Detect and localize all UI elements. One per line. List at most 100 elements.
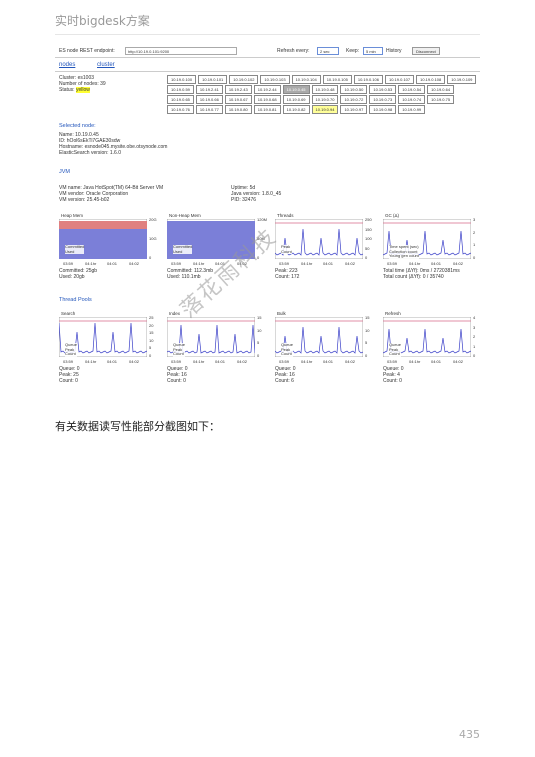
y-tick-label: 4 bbox=[473, 315, 476, 320]
chart-title: Heap Mem bbox=[61, 213, 84, 218]
node-button[interactable]: 10.19.0.66 bbox=[195, 95, 223, 104]
x-tick-label: 04:01 bbox=[215, 359, 226, 364]
node-button[interactable]: 10.19.0.64 bbox=[427, 85, 455, 94]
chart-legend: Committed Used bbox=[173, 244, 193, 254]
x-tick-label: 03:59 bbox=[171, 359, 182, 364]
chart-pool-3: Refresh 4 3 2 1 0 03:59 04:1hr 04:01 04:02 Queue Pe… bbox=[383, 311, 479, 384]
node-button[interactable]: 10.19.0.105 bbox=[322, 75, 352, 84]
node-button[interactable]: 10.19.0.104 bbox=[291, 75, 321, 84]
page-number: 435 bbox=[459, 728, 480, 741]
chart-legend: Peak Count bbox=[281, 244, 292, 254]
node-button[interactable]: 10.19.0.73 bbox=[369, 95, 397, 104]
chart-pool-1: Index 15 10 5 0 03:59 04:1hr 04:01 04:02 Queue Pea… bbox=[167, 311, 263, 384]
node-button[interactable]: 10.19.0.100 bbox=[167, 75, 197, 84]
x-tick-label: 04:1hr bbox=[193, 359, 205, 364]
y-tick-label: 3 bbox=[473, 324, 476, 330]
node-button[interactable]: 10.19.0.48 bbox=[311, 85, 339, 94]
chart-legend: Queue Peak Count bbox=[281, 342, 294, 357]
node-button[interactable]: 10.19.0.50 bbox=[340, 85, 368, 94]
y-tick-label: 5 bbox=[257, 340, 260, 346]
node-button[interactable]: 10.19.0.82 bbox=[282, 105, 310, 114]
node-button[interactable]: 10.19.2.44 bbox=[253, 85, 281, 94]
x-tick-label: 04:01 bbox=[323, 261, 334, 266]
node-button[interactable]: 10.19.0.45 bbox=[282, 85, 310, 94]
node-button[interactable]: 10.19.0.106 bbox=[353, 75, 383, 84]
x-tick-label: 04:01 bbox=[431, 261, 442, 266]
node-button[interactable]: 10.19.0.74 bbox=[398, 95, 426, 104]
y-tick-label: 1 bbox=[473, 242, 476, 248]
refresh-label: Refresh every: bbox=[277, 48, 310, 54]
node-button[interactable]: 10.19.0.97 bbox=[340, 105, 368, 114]
y-tick-label: 20G bbox=[149, 217, 157, 222]
x-tick-label: 04:01 bbox=[107, 359, 118, 364]
jvm-line: VM version: 25.45-b02 bbox=[59, 197, 110, 203]
chart-jvm-0: Heap Mem 20G 10G 0 03:59 04:1hr 04:01 04:02 Comm… bbox=[59, 213, 157, 280]
node-button[interactable]: 10.19.0.76 bbox=[167, 105, 194, 114]
node-button[interactable]: 10.19.2.43 bbox=[224, 85, 252, 94]
y-tick-label: 0 bbox=[149, 255, 152, 260]
legend-item: Count bbox=[65, 351, 76, 356]
chart-title: Bulk bbox=[277, 311, 286, 316]
chart-legend: Time spent (sec) Collection count Young ge… bbox=[389, 244, 419, 259]
node-button[interactable]: 10.19.0.77 bbox=[195, 105, 223, 114]
node-button[interactable]: 10.19.0.103 bbox=[260, 75, 290, 84]
node-button[interactable]: 10.19.0.98 bbox=[369, 105, 397, 114]
thread-pools-title: Thread Pools bbox=[59, 297, 92, 303]
x-tick-label: 04:01 bbox=[323, 359, 334, 364]
node-button[interactable]: 10.19.0.102 bbox=[229, 75, 259, 84]
y-tick-label: 5 bbox=[149, 345, 152, 351]
keep-select[interactable]: 5 min bbox=[363, 47, 383, 55]
x-tick-label: 03:59 bbox=[387, 261, 398, 266]
x-tick-label: 04:02 bbox=[453, 359, 464, 364]
y-tick-label: 250 bbox=[365, 217, 372, 222]
endpoint-bar: ES node REST endpoint: http://10.19.0.10… bbox=[55, 45, 480, 58]
x-tick-label: 04:01 bbox=[107, 261, 118, 266]
node-button[interactable]: 10.19.0.59 bbox=[167, 85, 194, 94]
node-button[interactable]: 10.19.0.94 bbox=[311, 105, 339, 114]
refresh-select[interactable]: 2 sec bbox=[317, 47, 339, 55]
endpoint-input[interactable]: http://10.19.0.101:9200 bbox=[125, 47, 237, 55]
node-button[interactable]: 10.19.0.68 bbox=[253, 95, 281, 104]
chart-title: Refresh bbox=[385, 311, 401, 316]
node-button[interactable]: 10.19.0.109 bbox=[447, 75, 477, 84]
y-tick-label: 10 bbox=[149, 337, 154, 343]
x-tick-label: 04:1hr bbox=[409, 359, 421, 364]
node-button[interactable]: 10.19.0.67 bbox=[224, 95, 252, 104]
node-button[interactable]: 10.19.0.53 bbox=[369, 85, 397, 94]
node-button[interactable]: 10.19.0.101 bbox=[198, 75, 228, 84]
chart-legend: Queue Peak Count bbox=[389, 342, 402, 357]
chart-stats: Committed: 25gb Used: 20gb bbox=[59, 268, 97, 280]
y-tick-label: 0 bbox=[257, 353, 260, 358]
cluster-status-badge: yellow bbox=[75, 87, 90, 93]
selected-node-info: Name: 10.19.0.45 ID: hOol6sEkTi7GAE30sdw… bbox=[59, 132, 167, 156]
node-button[interactable]: 10.19.2.41 bbox=[195, 85, 223, 94]
node-button[interactable]: 10.19.0.65 bbox=[167, 95, 194, 104]
node-button[interactable]: 10.19.0.108 bbox=[416, 75, 446, 84]
node-button[interactable]: 10.19.0.54 bbox=[398, 85, 426, 94]
legend-item: Count bbox=[173, 351, 184, 356]
y-tick-label: 0 bbox=[473, 255, 476, 260]
chart-stats: Peak: 223 Count: 172 bbox=[275, 268, 299, 280]
chart-jvm-2: Threads 250 150 100 50 0 03:59 04:1hr 04:01 04:02… bbox=[275, 213, 372, 280]
chart-stats: Queue: 0 Peak: 25 Count: 0 bbox=[59, 366, 80, 384]
tab-cluster[interactable]: cluster bbox=[97, 62, 115, 68]
node-list: 10.19.0.100 10.19.0.101 10.19.0.102 10.19.0… bbox=[167, 75, 480, 114]
node-button[interactable]: 10.19.0.80 bbox=[224, 105, 252, 114]
jvm-info-left: VM name: Java HotSpot(TM) 64-Bit Server … bbox=[59, 185, 163, 203]
node-button[interactable]: 10.19.0.72 bbox=[340, 95, 368, 104]
chart-legend: Queue Peak Count bbox=[65, 342, 78, 357]
node-button[interactable]: 10.19.0.99 bbox=[398, 105, 426, 114]
node-button[interactable]: 10.19.0.107 bbox=[384, 75, 415, 84]
y-tick-label: 0 bbox=[149, 353, 152, 358]
node-button[interactable]: 10.19.0.70 bbox=[311, 95, 339, 104]
tab-nodes[interactable]: nodes bbox=[59, 62, 75, 68]
node-button[interactable]: 10.19.0.81 bbox=[253, 105, 281, 114]
disconnect-button[interactable]: Disconnect bbox=[412, 47, 440, 55]
node-button[interactable]: 10.19.0.75 bbox=[427, 95, 455, 104]
node-button[interactable]: 10.19.0.69 bbox=[282, 95, 310, 104]
endpoint-label: ES node REST endpoint: bbox=[59, 48, 115, 54]
legend-item: Count bbox=[281, 351, 292, 356]
x-tick-label: 04:02 bbox=[237, 359, 248, 364]
chart-legend: Queue Peak Count bbox=[173, 342, 186, 357]
chart-stats: Queue: 0 Peak: 16 Count: 0 bbox=[167, 366, 188, 384]
